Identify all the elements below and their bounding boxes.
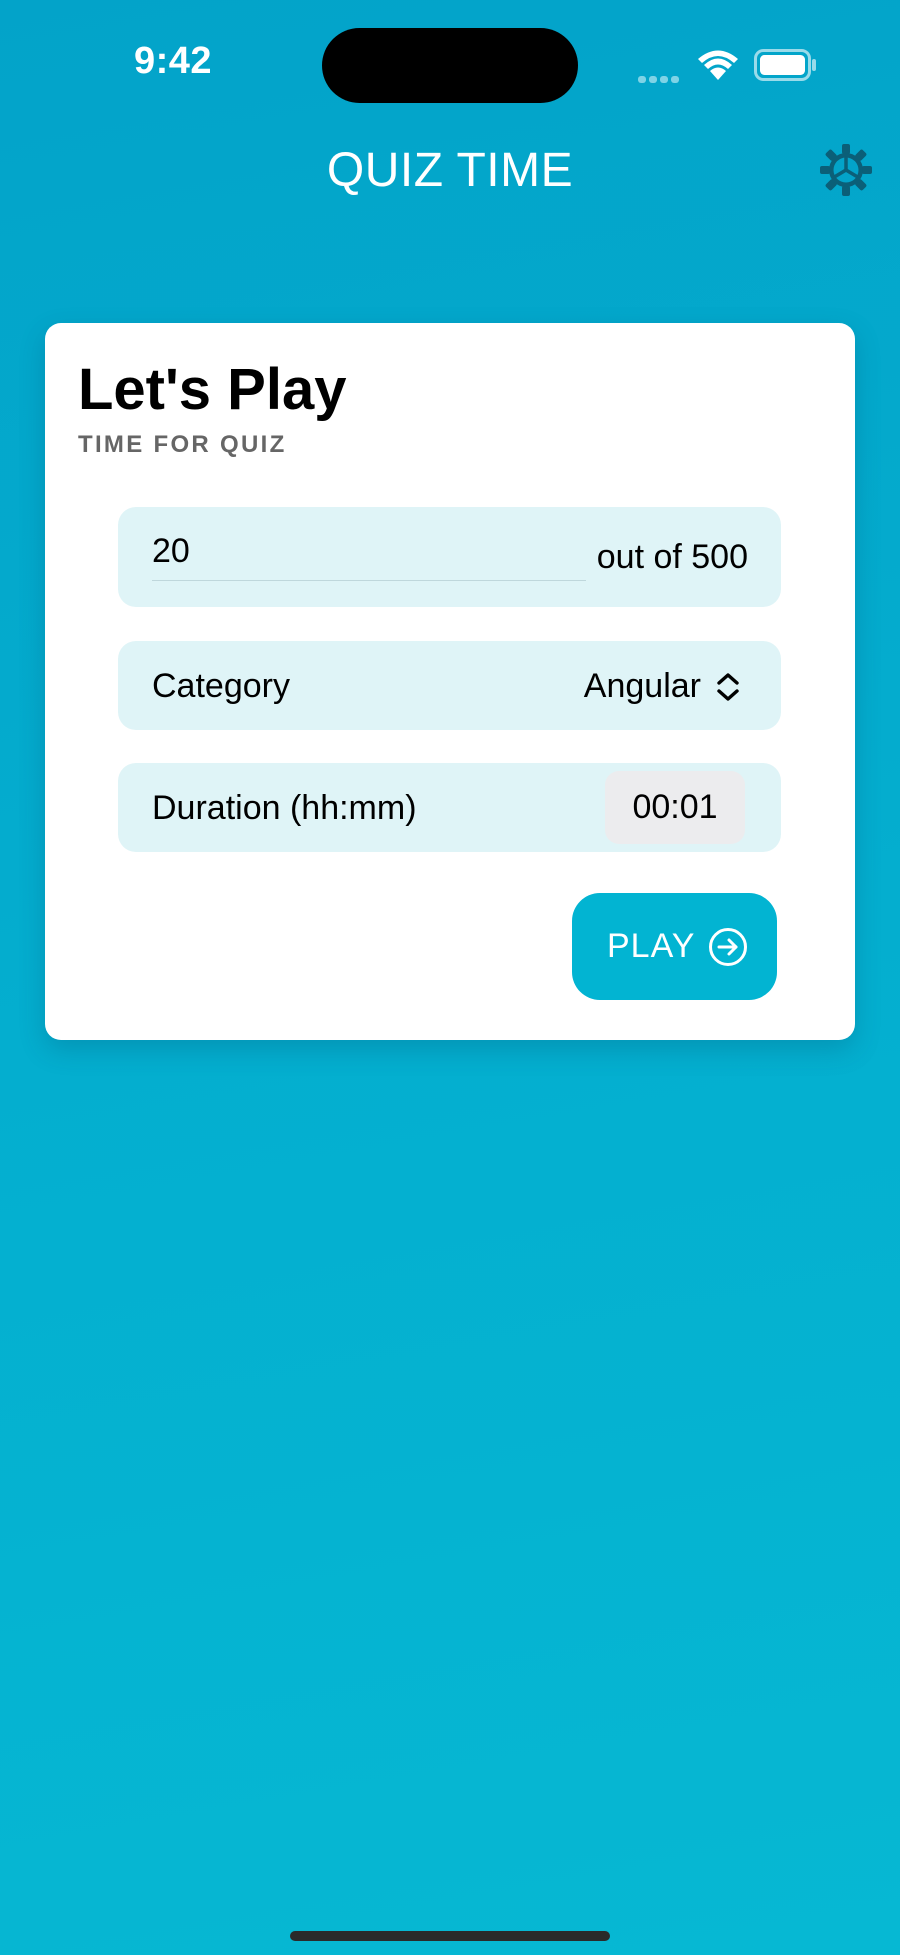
question-count-row: out of 500 <box>118 507 781 607</box>
duration-label: Duration (hh:mm) <box>152 789 417 827</box>
dynamic-island <box>322 28 578 103</box>
duration-row: Duration (hh:mm) 00:01 <box>118 763 781 852</box>
app-title: QUIZ TIME <box>326 144 574 197</box>
category-label: Category <box>152 667 290 705</box>
arrow-right-circle-icon <box>709 928 747 966</box>
play-button-label: PLAY <box>607 927 696 965</box>
home-indicator <box>290 1931 610 1941</box>
status-time: 9:42 <box>133 40 213 82</box>
play-button[interactable]: PLAY <box>572 893 777 1000</box>
question-count-input[interactable] <box>152 529 588 573</box>
card-subtitle: TIME FOR QUIZ <box>78 431 287 458</box>
duration-picker[interactable]: 00:01 <box>605 771 745 844</box>
card-title: Let's Play <box>78 357 347 422</box>
category-value: Angular <box>583 667 701 705</box>
wifi-icon <box>698 50 738 80</box>
question-count-underline <box>152 580 586 581</box>
settings-gear-icon[interactable] <box>820 144 872 196</box>
category-picker[interactable]: Category Angular <box>118 641 781 730</box>
question-count-suffix: out of 500 <box>596 538 748 576</box>
quiz-setup-card: Let's Play TIME FOR QUIZ out of 500 Cate… <box>45 323 855 1040</box>
cellular-signal-icon <box>638 70 682 88</box>
battery-icon <box>754 49 816 81</box>
chevron-up-down-icon <box>717 673 739 701</box>
